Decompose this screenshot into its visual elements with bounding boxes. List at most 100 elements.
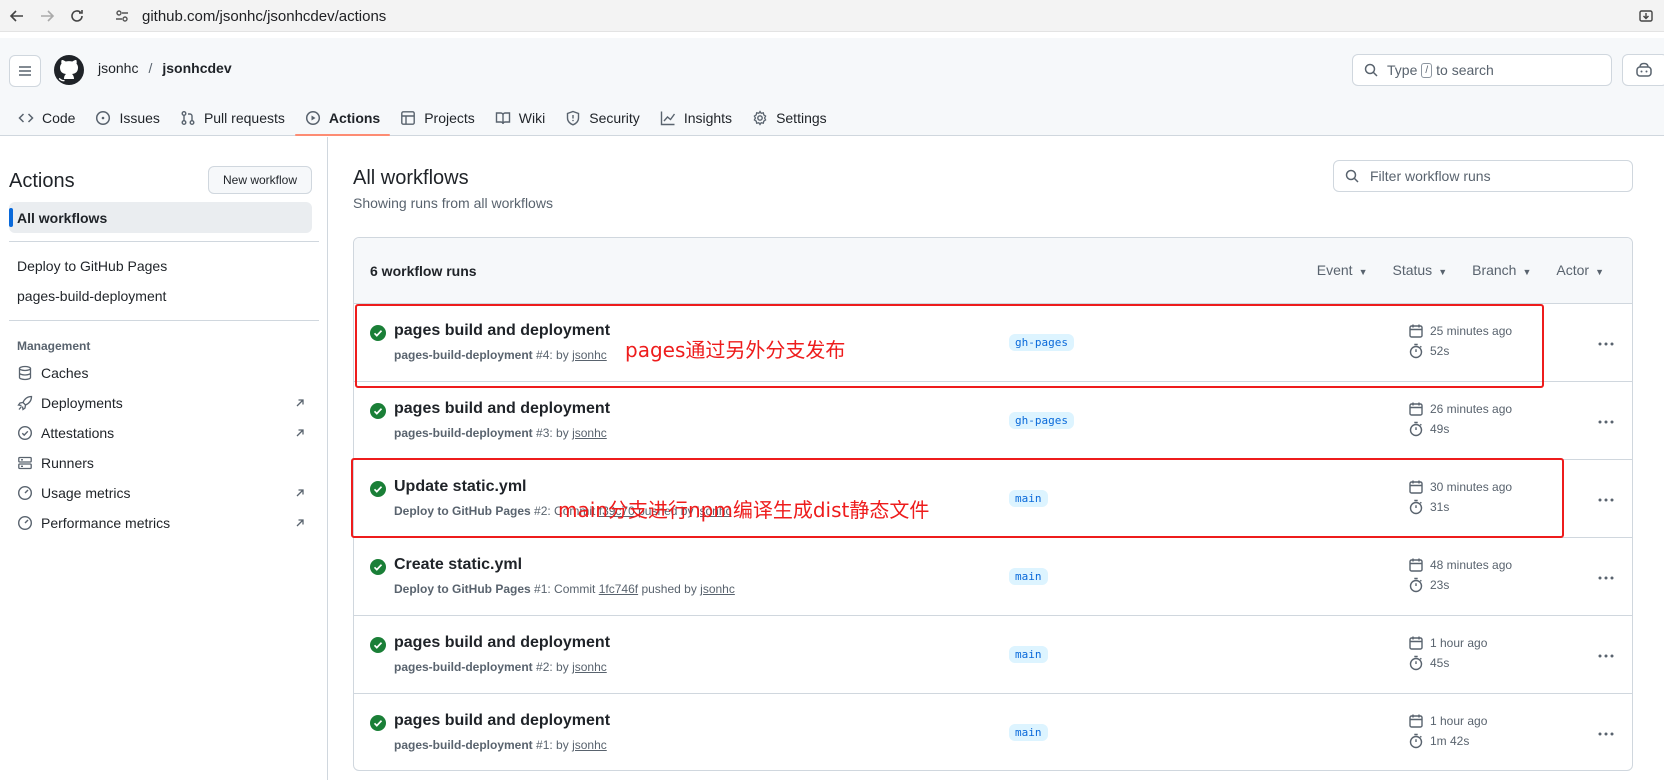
tab-insights[interactable]: Insights — [650, 100, 742, 136]
sidebar-item-usage-metrics[interactable]: Usage metrics — [17, 481, 307, 505]
branch-filter[interactable]: Branch ▼ — [1472, 262, 1531, 278]
new-workflow-button[interactable]: New workflow — [208, 166, 312, 194]
runs-list-header: 6 workflow runs Event ▼ Status ▼ Branch ▼ A… — [354, 238, 1632, 304]
run-duration-text: 1m 42s — [1430, 734, 1470, 748]
branch-label[interactable]: main — [1009, 724, 1048, 741]
kebab-menu-icon[interactable] — [1594, 336, 1618, 352]
issue-icon — [95, 110, 111, 126]
sidebar-item-deploy-to-github-pages[interactable]: Deploy to GitHub Pages — [17, 258, 167, 274]
workflow-run-row[interactable]: pages build and deployment pages-build-d… — [354, 694, 1632, 770]
sidebar-item-all-workflows[interactable]: All workflows — [9, 202, 312, 233]
actor-link[interactable]: jsonhc — [572, 660, 607, 674]
tab-security[interactable]: Security — [555, 100, 650, 136]
status-filter[interactable]: Status ▼ — [1392, 262, 1447, 278]
browser-toolbar: github.com/jsonhc/jsonhcdev/actions — [0, 0, 1664, 32]
sidebar-item-caches[interactable]: Caches — [17, 361, 307, 385]
github-header: jsonhc / jsonhcdev Type / to search Code… — [0, 38, 1664, 136]
run-title-link[interactable]: Create static.yml — [394, 556, 522, 574]
actions-sidebar: Actions New workflow All workflows Deplo… — [0, 137, 328, 780]
owner-link[interactable]: jsonhc — [98, 60, 138, 76]
search-input[interactable]: Type / to search — [1352, 54, 1612, 86]
url-text: github.com/jsonhc/jsonhcdev/actions — [142, 7, 387, 25]
divider — [9, 320, 319, 321]
copilot-icon — [1636, 62, 1652, 77]
run-duration-text: 23s — [1430, 578, 1450, 592]
kebab-menu-icon[interactable] — [1594, 726, 1618, 742]
back-arrow-icon[interactable] — [4, 3, 30, 29]
run-filters: Event ▼ Status ▼ Branch ▼ Actor ▼ — [1317, 262, 1604, 278]
github-logo-icon[interactable] — [53, 54, 85, 86]
tab-issues[interactable]: Issues — [85, 100, 169, 136]
tab-wiki[interactable]: Wiki — [485, 100, 555, 136]
actor-link[interactable]: jsonhc — [700, 582, 735, 596]
annotation-text-gh-pages: pages通过另外分支发布 — [625, 338, 846, 362]
workflow-run-row[interactable]: Create static.yml Deploy to GitHub Pages… — [354, 538, 1632, 616]
run-duration: 45s — [1408, 655, 1449, 671]
menu-button[interactable] — [9, 55, 41, 87]
sidebar-item-attestations[interactable]: Attestations — [17, 421, 307, 445]
annotation-text-main: main分支进行npm编译生成dist静态文件 — [558, 498, 930, 522]
pull-request-icon — [180, 110, 196, 126]
event-filter[interactable]: Event ▼ — [1317, 262, 1368, 278]
repo-nav: Code Issues Pull requests Actions Projec… — [8, 100, 837, 136]
repo-link[interactable]: jsonhcdev — [162, 60, 231, 76]
tab-label: Projects — [424, 110, 475, 126]
run-title-link[interactable]: pages build and deployment — [394, 712, 610, 730]
external-link-arrow-icon — [293, 428, 307, 438]
kebab-menu-icon[interactable] — [1594, 492, 1618, 508]
caret-down-icon: ▼ — [1358, 267, 1368, 277]
rocket-icon — [17, 395, 33, 411]
calendar-icon — [1408, 557, 1424, 573]
install-app-icon[interactable] — [1634, 4, 1658, 28]
tab-label: Pull requests — [203, 110, 285, 126]
page-title: All workflows — [353, 167, 469, 189]
tab-label: Settings — [776, 110, 827, 126]
success-check-icon — [370, 637, 386, 653]
branch-label[interactable]: main — [1009, 646, 1048, 663]
filter-workflow-runs-input[interactable]: Filter workflow runs — [1333, 160, 1633, 192]
actor-filter[interactable]: Actor ▼ — [1556, 262, 1604, 278]
search-prefix: Type — [1387, 62, 1418, 78]
workflow-run-row[interactable]: pages build and deployment pages-build-d… — [354, 616, 1632, 694]
sidebar-item-label: Attestations — [41, 425, 115, 441]
kebab-menu-icon[interactable] — [1594, 414, 1618, 430]
run-duration: 23s — [1408, 577, 1449, 593]
run-time-text: 1 hour ago — [1430, 714, 1488, 728]
actor-link[interactable]: jsonhc — [572, 738, 607, 752]
sidebar-item-deployments[interactable]: Deployments — [17, 391, 307, 415]
filter-placeholder: Filter workflow runs — [1370, 168, 1491, 184]
run-title-link[interactable]: pages build and deployment — [394, 400, 610, 418]
copilot-button[interactable] — [1622, 54, 1664, 86]
site-settings-icon[interactable] — [112, 6, 132, 26]
play-icon — [305, 110, 321, 126]
sidebar-item-pages-build-deployment[interactable]: pages-build-deployment — [17, 288, 166, 304]
filter-label: Branch — [1472, 262, 1517, 278]
tab-settings[interactable]: Settings — [742, 100, 837, 136]
kebab-menu-icon[interactable] — [1594, 648, 1618, 664]
actor-link[interactable]: jsonhc — [572, 426, 607, 440]
tab-projects[interactable]: Projects — [390, 100, 485, 136]
commit-link[interactable]: 1fc746f — [599, 582, 638, 596]
address-bar[interactable]: github.com/jsonhc/jsonhcdev/actions — [112, 3, 386, 29]
code-icon — [18, 110, 34, 126]
run-title-link[interactable]: pages build and deployment — [394, 634, 610, 652]
workflow-run-row[interactable]: pages build and deployment pages-build-d… — [354, 382, 1632, 460]
sidebar-item-runners[interactable]: Runners — [17, 451, 307, 475]
run-detail: : Commit — [547, 582, 599, 596]
run-number: #3 — [536, 426, 550, 440]
branch-label[interactable]: main — [1009, 568, 1048, 585]
sidebar-item-performance-metrics[interactable]: Performance metrics — [17, 511, 307, 535]
table-icon — [400, 110, 416, 126]
reload-icon[interactable] — [64, 3, 90, 29]
tab-code[interactable]: Code — [8, 100, 85, 136]
kebab-menu-icon[interactable] — [1594, 570, 1618, 586]
calendar-icon — [1408, 401, 1424, 417]
filter-label: Actor — [1556, 262, 1590, 278]
branch-label[interactable]: gh-pages — [1009, 412, 1074, 429]
tab-label: Security — [589, 110, 640, 126]
run-meta: Deploy to GitHub Pages #1: Commit 1fc746… — [394, 582, 735, 596]
run-workflow-name: pages-build-deployment — [394, 738, 533, 752]
tab-pull-requests[interactable]: Pull requests — [170, 100, 295, 136]
tab-actions[interactable]: Actions — [294, 100, 391, 136]
forward-arrow-icon[interactable] — [34, 3, 60, 29]
